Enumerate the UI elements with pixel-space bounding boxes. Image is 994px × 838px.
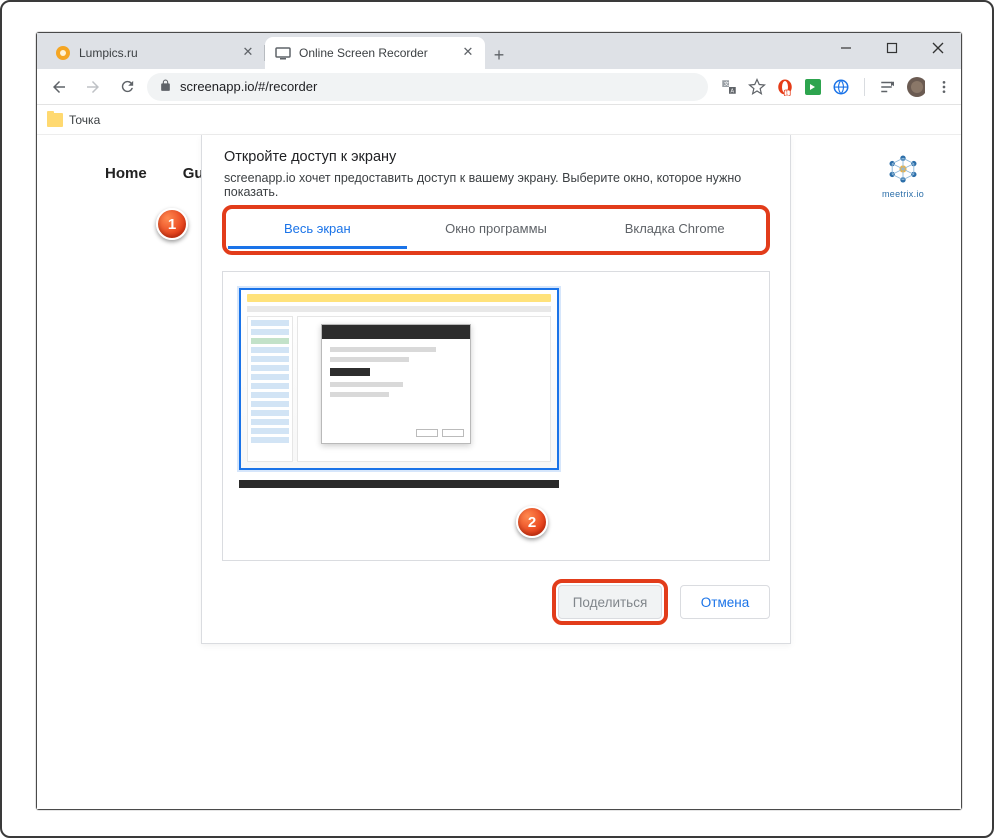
tab-screenapp[interactable]: Online Screen Recorder ✕ xyxy=(265,37,485,69)
brand-text: meetrix.io xyxy=(879,189,927,199)
toolbar-extensions: 文A 1 xyxy=(720,78,953,96)
extension-green-icon[interactable] xyxy=(804,78,822,96)
share-source-tabs: Весь экран Окно программы Вкладка Chrome xyxy=(228,211,764,249)
browser-window: Lumpics.ru ✕ Online Screen Recorder ✕ + xyxy=(36,32,962,810)
extension-globe-icon[interactable] xyxy=(832,78,850,96)
nav-home[interactable]: Home xyxy=(105,165,147,182)
reading-list-icon[interactable] xyxy=(879,78,897,96)
dialog-subtitle: screenapp.io хочет предоставить доступ к… xyxy=(222,171,770,199)
outer-frame: Lumpics.ru ✕ Online Screen Recorder ✕ + xyxy=(0,0,994,838)
bookmarks-bar: Точка xyxy=(37,105,961,135)
tab-title: Lumpics.ru xyxy=(79,46,233,60)
share-screen-dialog: Откройте доступ к экрану screenapp.io хо… xyxy=(201,135,791,644)
site-nav: Home Gu xyxy=(105,165,204,182)
back-button[interactable] xyxy=(45,73,73,101)
svg-text:A: A xyxy=(731,88,735,94)
svg-text:1: 1 xyxy=(785,90,788,96)
folder-icon xyxy=(47,113,63,127)
favicon-lumpics xyxy=(55,45,71,61)
highlight-tabs-annotation: Весь экран Окно программы Вкладка Chrome xyxy=(222,205,770,255)
forward-button[interactable] xyxy=(79,73,107,101)
tab-lumpics[interactable]: Lumpics.ru ✕ xyxy=(45,37,265,69)
tab-title: Online Screen Recorder xyxy=(299,46,453,60)
bookmark-label: Точка xyxy=(69,113,100,127)
screen-thumbnail[interactable] xyxy=(239,288,559,470)
bookmark-folder[interactable]: Точка xyxy=(47,113,100,127)
close-icon[interactable]: ✕ xyxy=(241,46,255,60)
profile-avatar[interactable] xyxy=(907,78,925,96)
tab-strip: Lumpics.ru ✕ Online Screen Recorder ✕ + xyxy=(37,33,961,69)
minimize-button[interactable] xyxy=(823,33,869,63)
reload-button[interactable] xyxy=(113,73,141,101)
lock-icon xyxy=(159,79,172,95)
annotation-marker-1: 1 xyxy=(156,208,188,240)
share-button[interactable]: Поделиться xyxy=(558,585,662,619)
thumbnail-taskbar xyxy=(239,480,559,488)
dialog-title: Откройте доступ к экрану xyxy=(222,149,770,165)
screen-preview-area xyxy=(222,271,770,561)
close-window-button[interactable] xyxy=(915,33,961,63)
thumbnail-body xyxy=(241,290,557,468)
toolbar: screenapp.io/#/recorder 文A 1 xyxy=(37,69,961,105)
brand-logo[interactable]: meetrix.io xyxy=(879,151,927,199)
chrome-menu-icon[interactable] xyxy=(935,78,953,96)
annotation-marker-2: 2 xyxy=(516,506,548,538)
bookmark-star-icon[interactable] xyxy=(748,78,766,96)
tab-chrome-tab[interactable]: Вкладка Chrome xyxy=(585,211,764,249)
maximize-button[interactable] xyxy=(869,33,915,63)
address-bar[interactable]: screenapp.io/#/recorder xyxy=(147,73,708,101)
highlight-share-annotation: Поделиться xyxy=(552,579,668,625)
window-controls xyxy=(823,33,961,69)
toolbar-divider xyxy=(864,78,865,96)
tab-entire-screen[interactable]: Весь экран xyxy=(228,211,407,249)
extension-opera-icon[interactable]: 1 xyxy=(776,78,794,96)
favicon-screenapp xyxy=(275,45,291,61)
dialog-buttons: Поделиться Отмена xyxy=(222,579,770,625)
new-tab-button[interactable]: + xyxy=(485,41,513,69)
close-icon[interactable]: ✕ xyxy=(461,46,475,60)
tab-app-window[interactable]: Окно программы xyxy=(407,211,586,249)
translate-icon[interactable]: 文A xyxy=(720,78,738,96)
url-text: screenapp.io/#/recorder xyxy=(180,79,317,94)
cancel-button[interactable]: Отмена xyxy=(680,585,770,619)
